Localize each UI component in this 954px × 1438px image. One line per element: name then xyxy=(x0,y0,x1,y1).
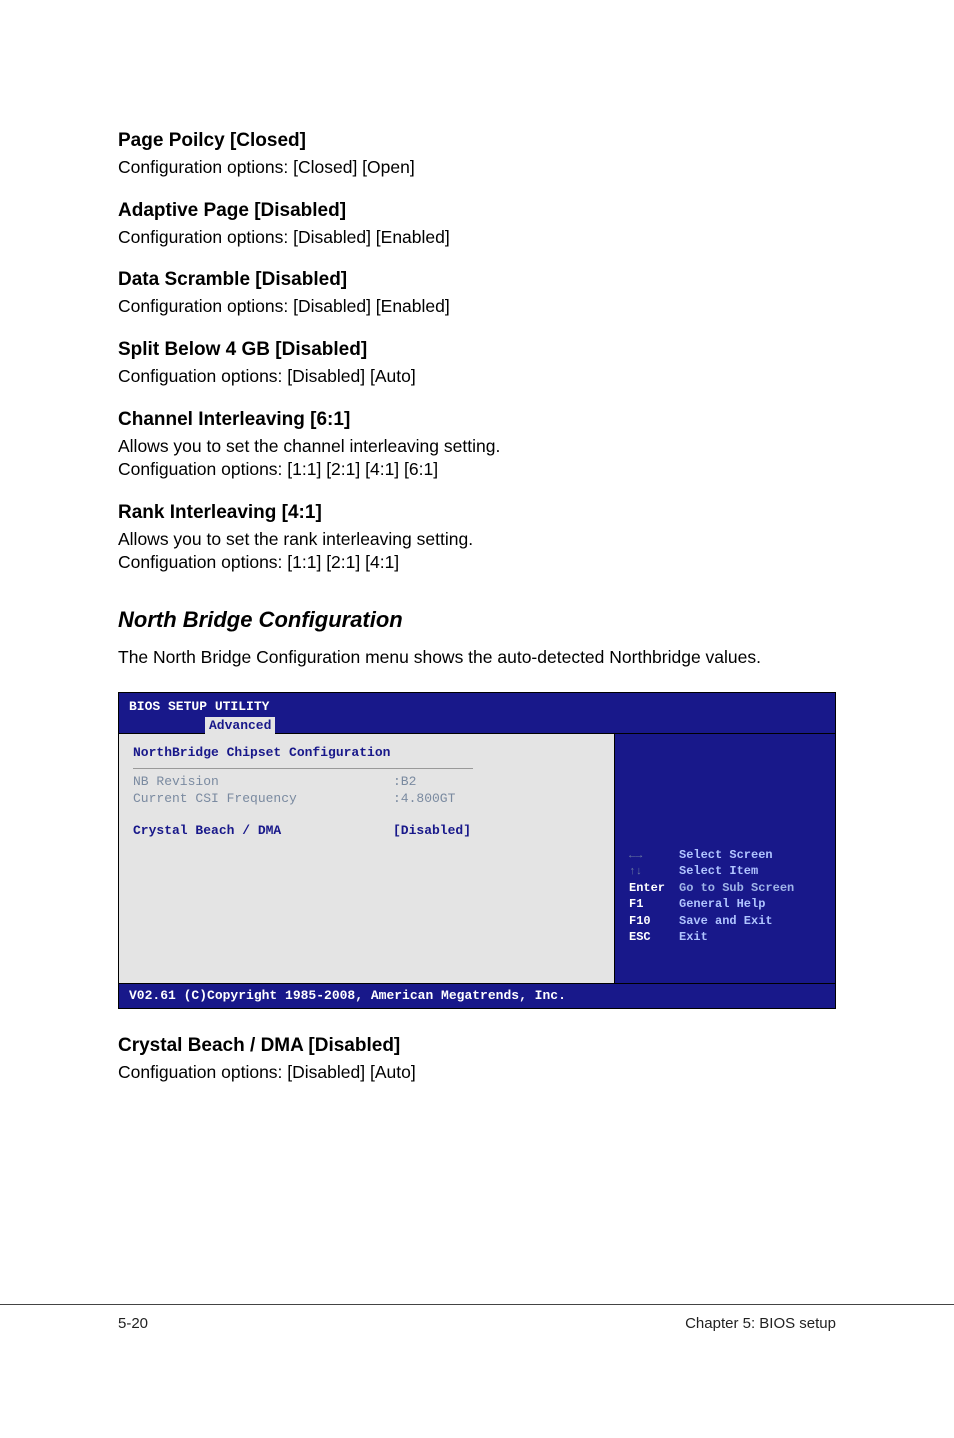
bios-divider xyxy=(133,768,473,769)
section-body: Allows you to set the channel interleavi… xyxy=(118,435,836,482)
bios-help-text: Save and Exit xyxy=(679,913,773,929)
bios-row-csi-freq: Current CSI Frequency :4.800GT xyxy=(133,790,600,808)
section-body: Configuration options: [Disabled] [Enabl… xyxy=(118,295,836,319)
arrow-lr-icon: ←→ xyxy=(629,850,642,862)
bios-help-text: Exit xyxy=(679,929,708,945)
section-title: Rank Interleaving [4:1] xyxy=(118,502,836,524)
bios-row-crystal-beach[interactable]: Crystal Beach / DMA [Disabled] xyxy=(133,822,600,840)
page-footer: 5-20 Chapter 5: BIOS setup xyxy=(0,1304,954,1372)
bios-help-f1: F1 General Help xyxy=(629,896,821,912)
section-crystal-beach: Crystal Beach / DMA [Disabled] Configuat… xyxy=(118,1035,836,1085)
major-body: The North Bridge Configuration menu show… xyxy=(118,647,836,668)
section-data-scramble: Data Scramble [Disabled] Configuration o… xyxy=(118,269,836,319)
bios-help-select-screen: ←→ Select Screen xyxy=(629,847,821,864)
bios-help-esc: ESC Exit xyxy=(629,929,821,945)
bios-tab-advanced[interactable]: Advanced xyxy=(205,717,275,735)
bios-help-text: Select Screen xyxy=(679,847,773,864)
section-body: Configuration options: [Closed] [Open] xyxy=(118,156,836,180)
bios-help-text: General Help xyxy=(679,896,765,912)
section-page-policy: Page Poilcy [Closed] Configuration optio… xyxy=(118,130,836,180)
bios-help-key: ESC xyxy=(629,929,679,945)
bios-help-key: F10 xyxy=(629,913,679,929)
bios-left-pane: NorthBridge Chipset Configuration NB Rev… xyxy=(119,734,615,983)
bios-help-select-item: ↑↓ Select Item xyxy=(629,863,821,880)
page-number: 5-20 xyxy=(118,1315,148,1332)
bios-val: :4.800GT xyxy=(393,790,455,808)
bios-help-key: Enter xyxy=(629,880,679,896)
bios-right-pane: ←→ Select Screen ↑↓ Select Item Enter Go… xyxy=(615,734,835,983)
section-title: Page Poilcy [Closed] xyxy=(118,130,836,152)
bios-help-block: ←→ Select Screen ↑↓ Select Item Enter Go… xyxy=(629,847,821,945)
arrow-ud-icon: ↑↓ xyxy=(629,866,642,878)
section-title: Adaptive Page [Disabled] xyxy=(118,200,836,222)
bios-title: BIOS SETUP UTILITY xyxy=(129,698,825,716)
bios-row-nb-revision: NB Revision :B2 xyxy=(133,773,600,791)
bios-help-key: F1 xyxy=(629,896,679,912)
bios-section-label: NorthBridge Chipset Configuration xyxy=(133,744,600,762)
bios-key: Crystal Beach / DMA xyxy=(133,822,393,840)
section-title: Channel Interleaving [6:1] xyxy=(118,409,836,431)
chapter-label: Chapter 5: BIOS setup xyxy=(685,1315,836,1332)
bios-header: BIOS SETUP UTILITY Advanced xyxy=(119,693,835,733)
section-body: Configuration options: [Disabled] [Enabl… xyxy=(118,226,836,250)
major-heading-northbridge: North Bridge Configuration xyxy=(118,607,836,633)
section-title: Crystal Beach / DMA [Disabled] xyxy=(118,1035,836,1057)
bios-footer: V02.61 (C)Copyright 1985-2008, American … xyxy=(119,983,835,1008)
section-title: Data Scramble [Disabled] xyxy=(118,269,836,291)
section-title: Split Below 4 GB [Disabled] xyxy=(118,339,836,361)
section-body: Configuation options: [Disabled] [Auto] xyxy=(118,365,836,389)
section-adaptive-page: Adaptive Page [Disabled] Configuration o… xyxy=(118,200,836,250)
section-split-below: Split Below 4 GB [Disabled] Configuation… xyxy=(118,339,836,389)
bios-help-text: Select Item xyxy=(679,863,758,880)
bios-help-enter: Enter Go to Sub Screen xyxy=(629,880,821,896)
section-body: Configuation options: [Disabled] [Auto] xyxy=(118,1061,836,1085)
section-rank-interleaving: Rank Interleaving [4:1] Allows you to se… xyxy=(118,502,836,575)
bios-screenshot: BIOS SETUP UTILITY Advanced NorthBridge … xyxy=(118,692,836,1009)
bios-key: Current CSI Frequency xyxy=(133,790,393,808)
section-channel-interleaving: Channel Interleaving [6:1] Allows you to… xyxy=(118,409,836,482)
bios-val: [Disabled] xyxy=(393,822,471,840)
bios-key: NB Revision xyxy=(133,773,393,791)
bios-help-f10: F10 Save and Exit xyxy=(629,913,821,929)
bios-val: :B2 xyxy=(393,773,416,791)
section-body: Allows you to set the rank interleaving … xyxy=(118,528,836,575)
bios-help-text: Go to Sub Screen xyxy=(679,880,794,896)
